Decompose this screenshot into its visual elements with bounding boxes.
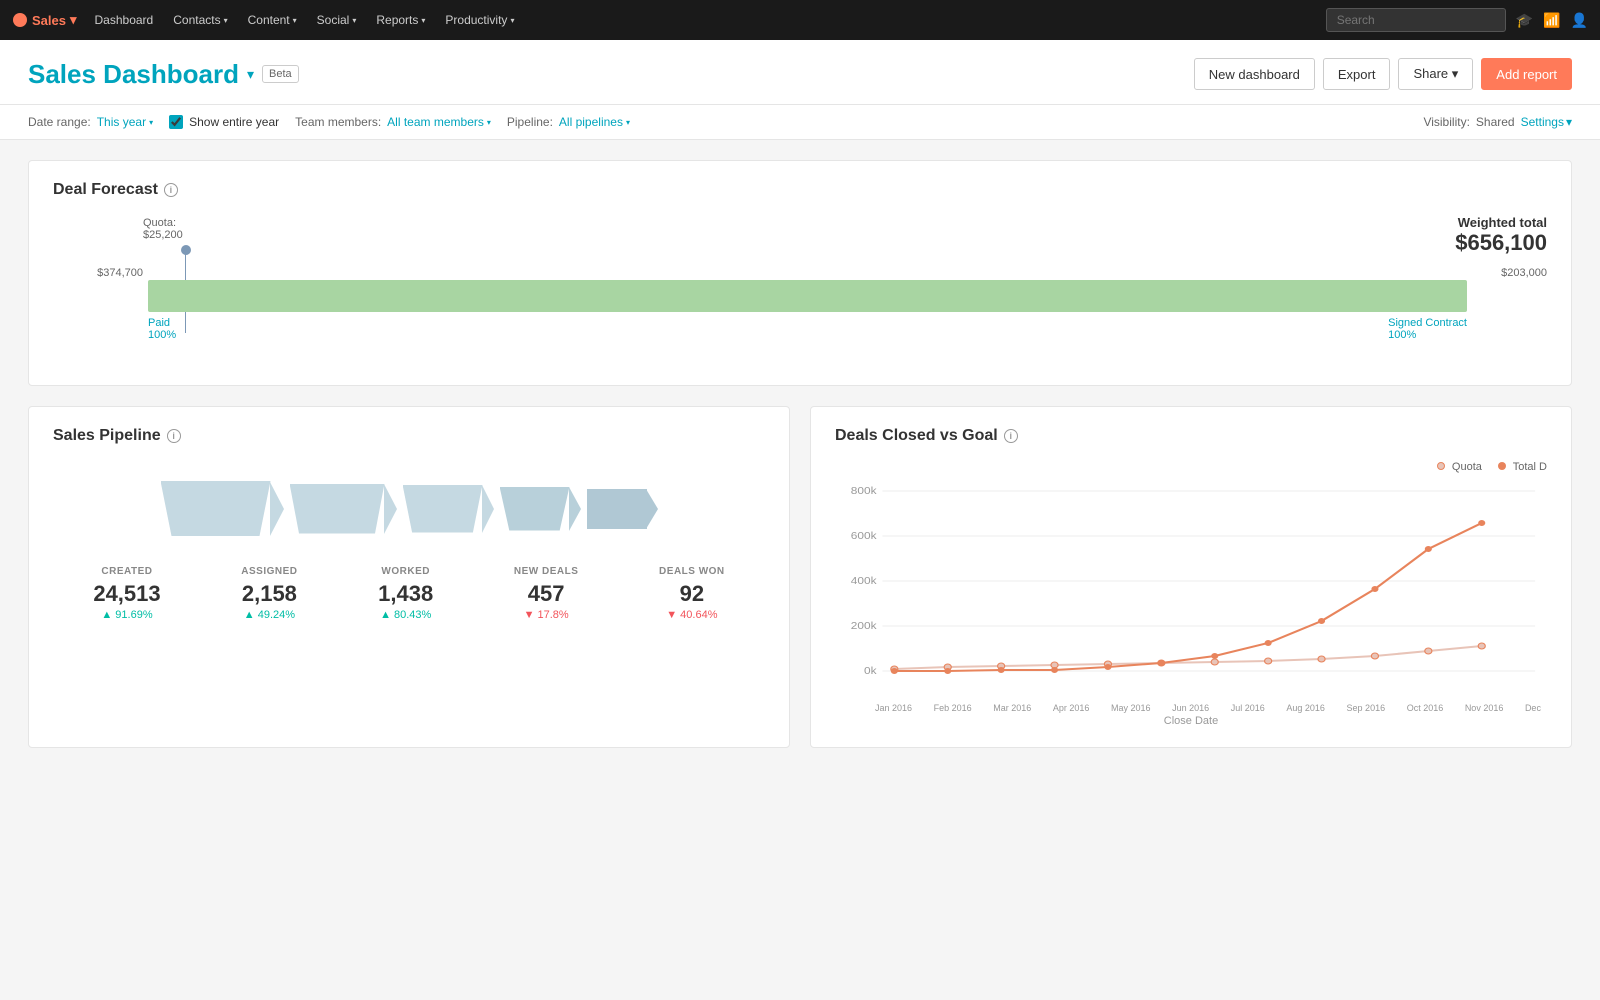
forecast-bar bbox=[148, 280, 1467, 312]
pipeline-stat-created: Created 24,513 91.69% bbox=[93, 566, 160, 621]
page-title-group: Sales Dashboard ▾ Beta bbox=[28, 59, 299, 90]
export-button[interactable]: Export bbox=[1323, 58, 1391, 90]
pipeline-value[interactable]: All pipelines ▾ bbox=[559, 115, 630, 129]
bottom-row: Sales Pipeline i bbox=[28, 406, 1572, 768]
deals-closed-card: Deals Closed vs Goal i Quota Total D bbox=[810, 406, 1572, 748]
show-entire-year-group: Show entire year bbox=[169, 115, 279, 129]
nav-item-content[interactable]: Content ▾ bbox=[238, 0, 307, 40]
sales-pipeline-info-icon[interactable]: i bbox=[167, 429, 181, 443]
share-button[interactable]: Share ▾ bbox=[1398, 58, 1473, 90]
date-range-filter: Date range: This year ▾ bbox=[28, 115, 153, 129]
line-chart-svg: 800k 600k 400k 200k 0k bbox=[835, 481, 1547, 701]
quota-label: Quota: bbox=[143, 217, 176, 229]
svg-text:200k: 200k bbox=[851, 621, 877, 632]
nav-brand[interactable]: Sales ▾ bbox=[12, 12, 77, 28]
pipeline-stat-worked: Worked 1,438 80.43% bbox=[378, 566, 433, 621]
funnel-step-1 bbox=[161, 481, 271, 536]
svg-text:800k: 800k bbox=[851, 486, 877, 497]
paid-label: Paid 100% bbox=[148, 317, 176, 341]
nav-item-dashboard[interactable]: Dashboard bbox=[85, 0, 164, 40]
add-report-button[interactable]: Add report bbox=[1481, 58, 1572, 90]
nav-icons: 🎓 📶 👤 bbox=[1516, 12, 1588, 29]
legend-quota: Quota bbox=[1437, 461, 1482, 473]
deals-closed-title: Deals Closed vs Goal i bbox=[835, 427, 1547, 445]
search-input[interactable] bbox=[1326, 8, 1506, 32]
svg-text:600k: 600k bbox=[851, 531, 877, 542]
graduation-icon[interactable]: 🎓 bbox=[1516, 12, 1533, 29]
left-amount: $374,700 bbox=[53, 267, 143, 279]
new-dashboard-button[interactable]: New dashboard bbox=[1194, 58, 1315, 90]
signal-icon[interactable]: 📶 bbox=[1543, 12, 1560, 29]
right-amount: $203,000 bbox=[1501, 267, 1547, 279]
pipeline-stat-assigned: Assigned 2,158 49.24% bbox=[241, 566, 297, 621]
funnel-visual bbox=[53, 461, 765, 556]
nav-brand-caret: ▾ bbox=[70, 12, 77, 28]
main-content: Deal Forecast i Weighted total $656,100 … bbox=[0, 140, 1600, 788]
nav-brand-label: Sales bbox=[32, 13, 66, 28]
svg-text:0k: 0k bbox=[864, 666, 877, 677]
show-entire-year-label: Show entire year bbox=[189, 115, 279, 129]
top-navigation: Sales ▾ Dashboard Contacts ▾ Content ▾ S… bbox=[0, 0, 1600, 40]
nav-item-social[interactable]: Social ▾ bbox=[307, 0, 367, 40]
page-header: Sales Dashboard ▾ Beta New dashboard Exp… bbox=[0, 40, 1600, 105]
pipeline-stats: Created 24,513 91.69% Assigned 2,158 49.… bbox=[53, 566, 765, 621]
pipeline-filter: Pipeline: All pipelines ▾ bbox=[507, 115, 630, 129]
nav-item-productivity[interactable]: Productivity ▾ bbox=[435, 0, 524, 40]
settings-link[interactable]: Settings ▾ bbox=[1521, 115, 1572, 129]
deal-forecast-info-icon[interactable]: i bbox=[164, 183, 178, 197]
page-title-caret[interactable]: ▾ bbox=[247, 66, 254, 83]
sales-pipeline-card: Sales Pipeline i bbox=[28, 406, 790, 748]
show-entire-year-checkbox[interactable] bbox=[169, 115, 183, 129]
deal-forecast-card: Deal Forecast i Weighted total $656,100 … bbox=[28, 160, 1572, 386]
signed-contract-label: Signed Contract 100% bbox=[1388, 317, 1467, 341]
beta-badge: Beta bbox=[262, 65, 299, 83]
team-members-value[interactable]: All team members ▾ bbox=[387, 115, 491, 129]
funnel-step-5 bbox=[587, 489, 647, 529]
deal-forecast-title: Deal Forecast i bbox=[53, 181, 1547, 199]
nav-item-reports[interactable]: Reports ▾ bbox=[366, 0, 435, 40]
sales-pipeline-title: Sales Pipeline i bbox=[53, 427, 765, 445]
funnel-step-4 bbox=[500, 487, 570, 531]
deal-forecast-content: Weighted total $656,100 Quota: $25,200 $… bbox=[53, 215, 1547, 365]
page-title: Sales Dashboard bbox=[28, 59, 239, 90]
svg-text:400k: 400k bbox=[851, 576, 877, 587]
pipeline-stat-new-deals: New Deals 457 17.8% bbox=[514, 566, 579, 621]
legend-total: Total D bbox=[1498, 461, 1547, 473]
nav-item-contacts[interactable]: Contacts ▾ bbox=[163, 0, 237, 40]
funnel-step-2 bbox=[290, 484, 385, 534]
date-range-value[interactable]: This year ▾ bbox=[97, 115, 153, 129]
header-actions: New dashboard Export Share ▾ Add report bbox=[1194, 58, 1572, 90]
user-avatar-icon[interactable]: 👤 bbox=[1571, 12, 1588, 29]
deals-closed-info-icon[interactable]: i bbox=[1004, 429, 1018, 443]
pipeline-stat-deals-won: Deals Won 92 40.64% bbox=[659, 566, 725, 621]
team-members-filter: Team members: All team members ▾ bbox=[295, 115, 491, 129]
chart-x-labels: Jan 2016 Feb 2016 Mar 2016 Apr 2016 May … bbox=[835, 703, 1547, 713]
chart-close-date-label: Close Date bbox=[835, 715, 1547, 727]
line-chart: 800k 600k 400k 200k 0k bbox=[835, 481, 1547, 701]
forecast-chart: Quota: $25,200 $374,700 $203,000 bbox=[53, 215, 1547, 345]
funnel-step-3 bbox=[403, 485, 483, 533]
visibility-group: Visibility: Shared Settings ▾ bbox=[1423, 115, 1572, 129]
chart-legend: Quota Total D bbox=[835, 461, 1547, 473]
quota-amount: $25,200 bbox=[143, 229, 183, 241]
filter-bar: Date range: This year ▾ Show entire year… bbox=[0, 105, 1600, 140]
quota-dot bbox=[181, 245, 191, 255]
